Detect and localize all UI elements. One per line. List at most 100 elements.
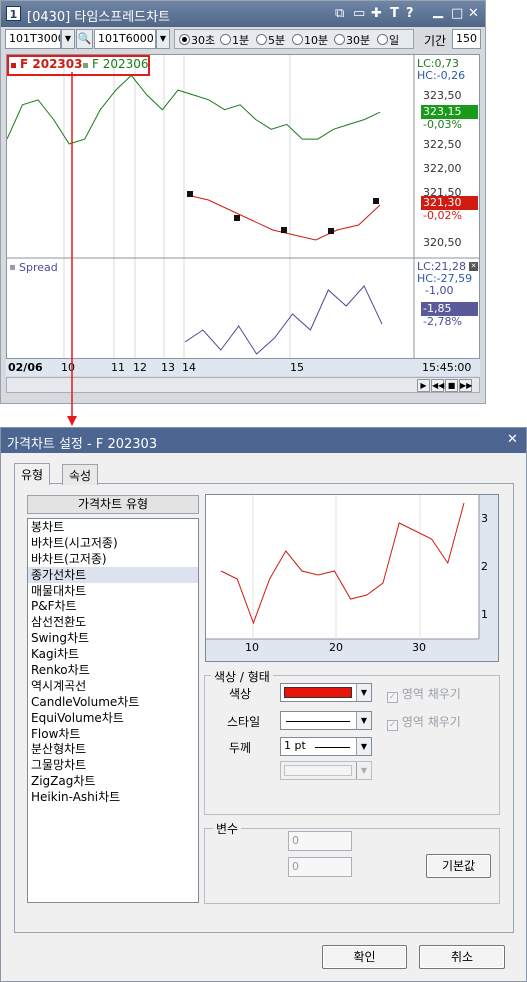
preview-x-tick: 10 bbox=[245, 641, 259, 654]
maximize-icon[interactable]: □ bbox=[451, 6, 463, 21]
width-combo[interactable]: 1 pt ▼ bbox=[280, 737, 372, 756]
series-spread-line bbox=[184, 285, 383, 355]
color-dropdown-icon[interactable]: ▼ bbox=[356, 684, 371, 701]
fill-area-label-1: 영역 채우기 bbox=[401, 687, 461, 701]
list-item[interactable]: 그물망차트 bbox=[28, 757, 198, 773]
list-item[interactable]: 바차트(고저종) bbox=[28, 551, 198, 567]
x-tick: 14 bbox=[182, 361, 196, 374]
width-line-preview bbox=[315, 747, 350, 748]
connector-arrow bbox=[67, 72, 77, 426]
list-item[interactable]: Renko차트 bbox=[28, 662, 198, 678]
variable-2-input[interactable]: 0 bbox=[288, 857, 352, 877]
list-item[interactable]: Heikin-Ashi차트 bbox=[28, 789, 198, 805]
restore-layout-icon[interactable]: ▭ bbox=[353, 6, 365, 21]
scroll-right-icon[interactable]: ▶ bbox=[417, 379, 430, 392]
spread-label[interactable]: Spread bbox=[19, 261, 58, 274]
hc-label: HC:-0,26 bbox=[417, 69, 466, 82]
series-f202303-line bbox=[186, 194, 381, 241]
grid bbox=[63, 55, 291, 359]
marker-icon bbox=[234, 215, 240, 221]
interval-10m[interactable]: 10분 bbox=[292, 32, 328, 48]
style-combo[interactable]: ▼ bbox=[280, 711, 372, 730]
list-item[interactable]: Flow차트 bbox=[28, 726, 198, 742]
chart-type-list[interactable]: 봉차트 바차트(시고저종) 바차트(고저종) 종가선차트 매물대차트 P&F차트 삼선전환도… bbox=[27, 518, 199, 903]
interval-5m[interactable]: 5분 bbox=[256, 32, 285, 48]
color-combo[interactable]: ▼ bbox=[280, 683, 372, 702]
code1-dropdown-icon[interactable]: ▼ bbox=[61, 29, 75, 49]
axis-date: 02/06 bbox=[8, 361, 43, 374]
list-item[interactable]: EquiVolume차트 bbox=[28, 710, 198, 726]
fast-forward-icon[interactable]: ▶▶ bbox=[459, 379, 472, 392]
variable-1-input[interactable]: 0 bbox=[288, 831, 352, 851]
list-item[interactable]: Kagi차트 bbox=[28, 646, 198, 662]
preview-y-tick: 2 bbox=[481, 560, 488, 573]
color-label: 색상 bbox=[229, 687, 252, 701]
code2-dropdown-icon[interactable]: ▼ bbox=[156, 29, 170, 49]
style-dropdown-icon[interactable]: ▼ bbox=[356, 712, 371, 729]
list-item[interactable]: P&F차트 bbox=[28, 598, 198, 614]
window-app-icon: 1 bbox=[6, 6, 21, 21]
list-item[interactable]: 바차트(시고저종) bbox=[28, 535, 198, 551]
y-tick: 322,00 bbox=[423, 162, 462, 175]
extra-combo-disabled[interactable]: ▼ bbox=[280, 761, 372, 780]
tab-type[interactable]: 유형 bbox=[14, 463, 51, 485]
preview-x-tick: 30 bbox=[412, 641, 426, 654]
list-item[interactable]: ZigZag차트 bbox=[28, 773, 198, 789]
list-item[interactable]: 삼선전환도 bbox=[28, 614, 198, 630]
interval-30s[interactable]: 30초 bbox=[179, 32, 215, 48]
green-pct: -0,03% bbox=[423, 118, 462, 131]
minimize-icon[interactable]: ▁ bbox=[433, 4, 443, 19]
spread-badge: -1,85 bbox=[421, 302, 478, 316]
dialog-title-bar: 가격차트 설정 - F 202303 ✕ bbox=[1, 428, 526, 453]
preview-line bbox=[220, 502, 465, 625]
close-icon[interactable]: ✕ bbox=[468, 6, 479, 21]
rewind-icon[interactable]: ◀◀ bbox=[431, 379, 444, 392]
list-item[interactable]: Swing차트 bbox=[28, 630, 198, 646]
list-item[interactable]: 봉차트 bbox=[28, 519, 198, 535]
code2-input[interactable]: 101T6000 bbox=[94, 29, 156, 49]
extra-dropdown-icon[interactable]: ▼ bbox=[356, 762, 371, 779]
color-swatch bbox=[284, 687, 352, 698]
x-tick: 11 bbox=[111, 361, 125, 374]
list-item[interactable]: 분산형차트 bbox=[28, 741, 198, 757]
help-icon[interactable]: ? bbox=[406, 6, 414, 21]
link-window-icon[interactable]: ⧉ bbox=[335, 6, 344, 21]
axis-time: 15:45:00 bbox=[422, 361, 472, 374]
red-pct: -0,02% bbox=[423, 209, 462, 222]
interval-1m[interactable]: 1분 bbox=[220, 32, 249, 48]
preview-x-tick: 20 bbox=[329, 641, 343, 654]
interval-day[interactable]: 일 bbox=[377, 32, 399, 48]
marker-icon bbox=[281, 227, 287, 233]
spread-marker bbox=[10, 265, 15, 270]
width-dropdown-icon[interactable]: ▼ bbox=[356, 738, 371, 755]
y-tick: 323,50 bbox=[423, 89, 462, 102]
fill-area-checkbox-2[interactable]: ✓ 영역 채우기 bbox=[387, 713, 461, 731]
tab-attributes[interactable]: 속성 bbox=[62, 464, 99, 485]
cancel-button[interactable]: 취소 bbox=[419, 945, 505, 969]
ok-button[interactable]: 확인 bbox=[322, 945, 407, 969]
stop-icon[interactable]: ■ bbox=[445, 379, 458, 392]
list-header: 가격차트 유형 bbox=[27, 495, 199, 514]
period-input[interactable]: 150 bbox=[452, 29, 481, 49]
preview-chart: 3 2 1 10 20 30 bbox=[205, 494, 499, 662]
fill-area-checkbox-1[interactable]: ✓ 영역 채우기 bbox=[387, 685, 461, 703]
font-icon[interactable]: T bbox=[390, 6, 399, 21]
list-item[interactable]: 종가선차트 bbox=[28, 566, 198, 583]
legend-marker-green bbox=[83, 63, 88, 68]
pane-close-icon[interactable]: ✕ bbox=[469, 262, 478, 271]
code1-input[interactable]: 101T3000 bbox=[5, 29, 61, 49]
list-item[interactable]: 역시계곡선 bbox=[28, 678, 198, 694]
dialog-close-icon[interactable]: ✕ bbox=[507, 432, 518, 447]
legend-f202306[interactable]: F 202306 bbox=[92, 57, 149, 71]
list-item[interactable]: CandleVolume차트 bbox=[28, 694, 198, 710]
spread-pct: -2,78% bbox=[423, 315, 462, 328]
search-icon[interactable]: 🔍 bbox=[76, 29, 93, 49]
window-title-bar: 1 [0430] 타임스프레드차트 ⧉ ▭ ✚ T ? ▁ □ ✕ bbox=[1, 1, 485, 27]
list-item[interactable]: 매물대차트 bbox=[28, 583, 198, 599]
pin-icon[interactable]: ✚ bbox=[371, 6, 382, 21]
line-style-preview bbox=[286, 721, 350, 722]
default-button[interactable]: 기본값 bbox=[426, 854, 491, 878]
spread-tick: -1,00 bbox=[425, 284, 454, 297]
interval-30m[interactable]: 30분 bbox=[334, 32, 370, 48]
price-chart-settings-dialog: 가격차트 설정 - F 202303 ✕ 유형 속성 가격차트 유형 봉차트 바차… bbox=[0, 427, 527, 982]
